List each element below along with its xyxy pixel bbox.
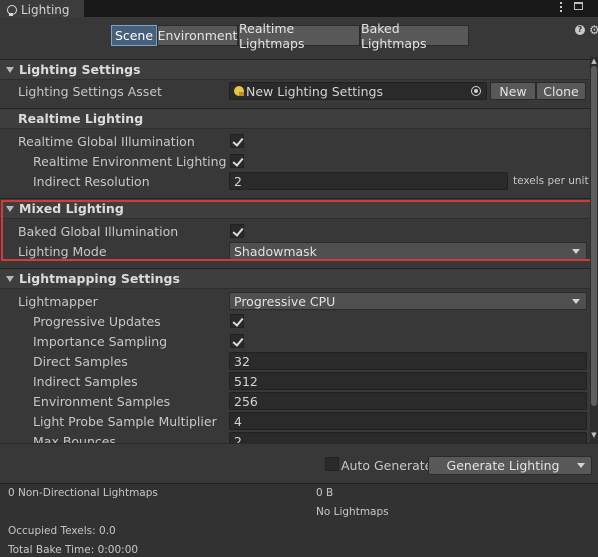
direct-samples-field[interactable]: 32 [229,352,587,370]
lighting-settings-panel: Lighting Settings Lighting Settings Asse… [0,57,590,443]
section-title: Realtime Lighting [18,111,144,126]
lighting-mode-value: Shadowmask [234,243,317,259]
tab-lighting[interactable]: Lighting [0,0,84,17]
lighting-mode-label: Lighting Mode [18,244,107,259]
realtime-env-lighting-label: Realtime Environment Lighting [33,154,227,169]
scroll-down-arrow-icon[interactable]: ▼ [590,431,598,439]
chevron-down-icon [572,299,580,304]
light-probe-multiplier-field[interactable]: 4 [229,412,587,430]
lighting-settings-asset-field[interactable]: New Lighting Settings [229,82,487,100]
section-lighting-settings[interactable]: Lighting Settings [0,59,590,80]
indirect-samples-field[interactable]: 512 [229,372,587,390]
total-bake-time: Total Bake Time: 0:00:00 [8,544,139,556]
more-options-icon[interactable] [556,0,566,14]
baked-gi-checkbox[interactable] [230,224,244,238]
lightmaps-size: 0 B [316,487,334,499]
auto-generate-label: Auto Generate [341,458,433,473]
indirect-samples-label: Indirect Samples [33,374,138,389]
environment-samples-field[interactable]: 256 [229,392,587,410]
foldout-arrow-icon [4,204,18,214]
lighting-settings-asset-icon [234,86,244,96]
generate-lighting-label: Generate Lighting [446,458,560,473]
lightmapper-dropdown[interactable]: Progressive CPU [229,292,587,310]
section-realtime-lighting[interactable]: Realtime Lighting [0,108,590,129]
object-picker-icon[interactable] [471,86,481,96]
window-tab-strip: Lighting [0,0,598,17]
max-bounces-label: Max Bounces [33,434,116,443]
direct-samples-label: Direct Samples [33,354,128,369]
scrollbar-thumb[interactable] [591,66,597,406]
foldout-arrow-icon [4,65,18,75]
indirect-resolution-unit: texels per unit [513,175,589,187]
baked-gi-label: Baked Global Illumination [18,224,179,239]
tab-realtime-lightmaps[interactable]: Realtime Lightmaps [238,21,360,51]
section-lightmapping-settings[interactable]: Lightmapping Settings [0,268,590,289]
progressive-updates-label: Progressive Updates [33,314,161,329]
importance-sampling-checkbox[interactable] [230,334,244,348]
generate-lighting-button[interactable]: Generate Lighting [428,456,592,475]
new-button[interactable]: New [490,82,536,100]
realtime-gi-label: Realtime Global Illumination [18,134,195,149]
indirect-resolution-label: Indirect Resolution [33,174,150,189]
light-probe-multiplier-label: Light Probe Sample Multiplier [33,414,217,429]
environment-samples-label: Environment Samples [33,394,171,409]
foldout-arrow-icon [4,274,18,284]
maximize-icon[interactable] [574,2,583,10]
scroll-up-arrow-icon[interactable]: ▲ [590,57,598,65]
section-title: Lighting Settings [19,62,141,77]
realtime-gi-checkbox[interactable] [230,134,244,148]
tab-scene[interactable]: Scene [111,25,157,46]
help-icon[interactable]: ? [575,25,585,35]
lighting-settings-asset-label: Lighting Settings Asset [18,84,162,99]
lightmaps-count: 0 Non-Directional Lightmaps [8,487,158,499]
occupied-texels: Occupied Texels: 0.0 [8,525,116,537]
max-bounces-field[interactable]: 2 [229,432,587,443]
gear-icon[interactable]: ⚙ [589,24,598,36]
realtime-env-lighting-checkbox[interactable] [230,154,244,168]
section-title: Mixed Lighting [19,201,124,216]
tab-lighting-label: Lighting [21,2,70,17]
progressive-updates-checkbox[interactable] [230,314,244,328]
lighting-mode-dropdown[interactable]: Shadowmask [229,242,587,260]
lightmapper-value: Progressive CPU [234,293,336,309]
section-mixed-lighting[interactable]: Mixed Lighting [0,198,590,219]
tab-environment[interactable]: Environment [157,25,238,46]
chevron-down-icon [572,249,580,254]
section-title: Lightmapping Settings [19,271,180,286]
clone-button[interactable]: Clone [536,82,586,100]
no-lightmaps-text: No Lightmaps [316,506,389,518]
lightmapper-label: Lightmapper [18,294,98,309]
lightbulb-icon [5,4,17,16]
importance-sampling-label: Importance Sampling [33,334,168,349]
tab-baked-lightmaps[interactable]: Baked Lightmaps [360,21,469,51]
indirect-resolution-field[interactable]: 2 [229,172,508,190]
auto-generate-checkbox[interactable] [325,457,339,471]
lighting-settings-asset-value: New Lighting Settings [246,83,384,99]
chevron-down-icon[interactable] [577,463,585,468]
